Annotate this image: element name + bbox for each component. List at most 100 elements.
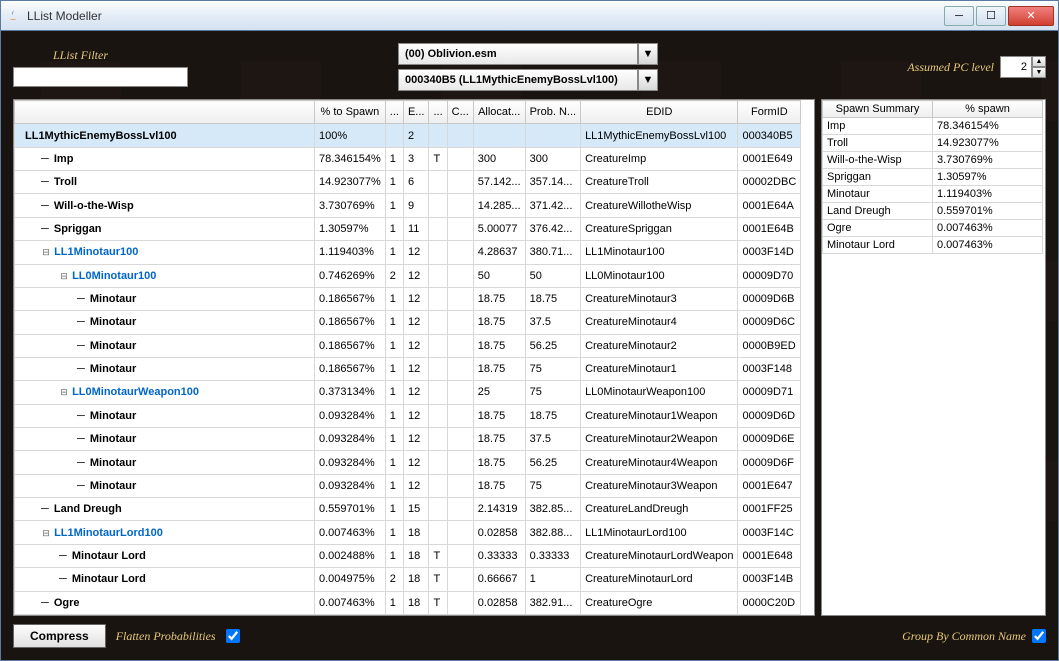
cell: CreatureLandDreugh xyxy=(581,498,738,521)
cell: 00002DBC xyxy=(738,171,801,194)
close-button[interactable]: ✕ xyxy=(1008,6,1054,26)
table-row[interactable]: ─ Minotaur Lord0.004975%218T0.666671Crea… xyxy=(15,568,801,591)
cell xyxy=(429,217,447,240)
cell: 18.75 xyxy=(473,311,525,334)
table-row[interactable]: ─ Ogre0.007463%118T0.02858382.91...Creat… xyxy=(15,591,801,614)
cell xyxy=(447,287,473,310)
main-col-header[interactable]: % to Spawn xyxy=(315,101,386,124)
table-row[interactable]: ─ Minotaur0.186567%11218.7556.25Creature… xyxy=(15,334,801,357)
tree-toggle[interactable]: ⊟ xyxy=(41,528,51,539)
pclevel-up[interactable]: ▲ xyxy=(1032,56,1046,67)
main-col-header[interactable]: EDID xyxy=(581,101,738,124)
cell: 0.186567% xyxy=(315,311,386,334)
main-col-header[interactable]: ... xyxy=(385,101,403,124)
cell xyxy=(429,124,447,147)
cell: 15 xyxy=(403,498,429,521)
table-row[interactable]: ─ Minotaur0.186567%11218.7518.75Creature… xyxy=(15,287,801,310)
list-dropdown[interactable]: 000340B5 (LL1MythicEnemyBossLvl100) xyxy=(398,69,638,91)
cell: 50 xyxy=(525,264,580,287)
summary-row[interactable]: Minotaur1.119403% xyxy=(823,186,1043,203)
tree-item-label: Minotaur Lord xyxy=(70,550,146,562)
tree-toggle[interactable]: ⊟ xyxy=(41,247,51,258)
summary-row[interactable]: Ogre0.007463% xyxy=(823,220,1043,237)
main-col-header[interactable] xyxy=(15,101,315,124)
table-row[interactable]: ─ Imp78.346154%13T300300CreatureImp0001E… xyxy=(15,147,801,170)
cell: 00009D6B xyxy=(738,287,801,310)
cell: CreatureMinotaurLord xyxy=(581,568,738,591)
table-row[interactable]: ─ Minotaur Lord0.002488%118T0.333330.333… xyxy=(15,544,801,567)
cell xyxy=(429,474,447,497)
list-dropdown-button[interactable]: ▼ xyxy=(638,69,658,91)
summary-row[interactable]: Imp78.346154% xyxy=(823,118,1043,135)
cell: CreatureWillotheWisp xyxy=(581,194,738,217)
cell xyxy=(447,147,473,170)
main-col-header[interactable]: E... xyxy=(403,101,429,124)
tree-item-label: Will-o-the-Wisp xyxy=(52,200,134,212)
tree-item-label: Minotaur xyxy=(88,480,136,492)
cell xyxy=(447,124,473,147)
main-col-header[interactable]: Allocat... xyxy=(473,101,525,124)
minimize-button[interactable]: ─ xyxy=(944,6,974,26)
tree-toggle[interactable]: ⊟ xyxy=(59,271,69,282)
tree-toggle[interactable]: ⊟ xyxy=(59,387,69,398)
summary-row[interactable]: Land Dreugh0.559701% xyxy=(823,203,1043,220)
table-row[interactable]: ─ Troll14.923077%1657.142...357.14...Cre… xyxy=(15,171,801,194)
cell: 11 xyxy=(403,217,429,240)
table-row[interactable]: ─ Minotaur0.186567%11218.7575CreatureMin… xyxy=(15,357,801,380)
cell: LL1MinotaurLord100 xyxy=(581,521,738,544)
table-row[interactable]: ─ Will-o-the-Wisp3.730769%1914.285...371… xyxy=(15,194,801,217)
plugin-dropdown-button[interactable]: ▼ xyxy=(638,43,658,65)
table-row[interactable]: ─ Minotaur0.093284%11218.7575CreatureMin… xyxy=(15,474,801,497)
cell: 0.02858 xyxy=(473,591,525,614)
summary-table[interactable]: Spawn Summary% spawnImp78.346154%Troll14… xyxy=(821,99,1046,616)
table-row[interactable]: ─ Land Dreugh0.559701%1152.14319382.85..… xyxy=(15,498,801,521)
summary-row[interactable]: Minotaur Lord0.007463% xyxy=(823,237,1043,254)
main-col-header[interactable]: FormID xyxy=(738,101,801,124)
plugin-dropdown[interactable]: (00) Oblivion.esm xyxy=(398,43,638,65)
main-table[interactable]: % to Spawn...E......C...Allocat...Prob. … xyxy=(13,99,815,616)
cell xyxy=(525,124,580,147)
main-col-header[interactable]: ... xyxy=(429,101,447,124)
main-col-header[interactable]: Prob. N... xyxy=(525,101,580,124)
summary-col-header[interactable]: Spawn Summary xyxy=(823,101,933,118)
table-row[interactable]: ─ Minotaur0.093284%11218.7518.75Creature… xyxy=(15,404,801,427)
cell: 6 xyxy=(403,171,429,194)
cell: 357.14... xyxy=(525,171,580,194)
table-row[interactable]: ⊟ LL0Minotaur1000.746269%2125050LL0Minot… xyxy=(15,264,801,287)
table-row[interactable]: ─ Minotaur0.093284%11218.7556.25Creature… xyxy=(15,451,801,474)
cell xyxy=(447,311,473,334)
group-checkbox[interactable] xyxy=(1032,629,1046,643)
summary-row[interactable]: Spriggan1.30597% xyxy=(823,169,1043,186)
cell: 25 xyxy=(473,381,525,404)
table-row[interactable]: ⊟ LL1Minotaur1001.119403%1124.28637380.7… xyxy=(15,241,801,264)
tree-item-label[interactable]: LL1MinotaurLord100 xyxy=(54,527,163,539)
cell: 18.75 xyxy=(473,474,525,497)
summary-name: Minotaur Lord xyxy=(823,237,933,254)
main-col-header[interactable]: C... xyxy=(447,101,473,124)
filter-input[interactable] xyxy=(13,67,188,87)
table-row[interactable]: ─ Spriggan1.30597%1115.00077376.42...Cre… xyxy=(15,217,801,240)
summary-row[interactable]: Will-o-the-Wisp3.730769% xyxy=(823,152,1043,169)
tree-item-label[interactable]: LL0Minotaur100 xyxy=(72,270,156,282)
tree-item-label[interactable]: LL1Minotaur100 xyxy=(54,246,138,258)
cell: 0.093284% xyxy=(315,451,386,474)
cell xyxy=(429,334,447,357)
cell: 0001E648 xyxy=(738,544,801,567)
tree-item-label[interactable]: LL0MinotaurWeapon100 xyxy=(72,386,199,398)
table-row[interactable]: LL1MythicEnemyBossLvl100100%2LL1MythicEn… xyxy=(15,124,801,147)
summary-row[interactable]: Troll14.923077% xyxy=(823,135,1043,152)
summary-col-header[interactable]: % spawn xyxy=(933,101,1043,118)
table-row[interactable]: ─ Minotaur0.186567%11218.7537.5CreatureM… xyxy=(15,311,801,334)
maximize-button[interactable]: ☐ xyxy=(976,6,1006,26)
cell xyxy=(447,217,473,240)
cell: 300 xyxy=(473,147,525,170)
compress-button[interactable]: Compress xyxy=(13,624,106,648)
table-row[interactable]: ─ Minotaur0.093284%11218.7537.5CreatureM… xyxy=(15,428,801,451)
pclevel-down[interactable]: ▼ xyxy=(1032,67,1046,78)
table-row[interactable]: ⊟ LL1MinotaurLord1000.007463%1180.028583… xyxy=(15,521,801,544)
flatten-checkbox[interactable] xyxy=(226,629,240,643)
cell: 0.007463% xyxy=(315,591,386,614)
table-row[interactable]: ⊟ LL0MinotaurWeapon1000.373134%1122575LL… xyxy=(15,381,801,404)
cell: 000340B5 xyxy=(738,124,801,147)
pclevel-input[interactable] xyxy=(1000,56,1032,78)
